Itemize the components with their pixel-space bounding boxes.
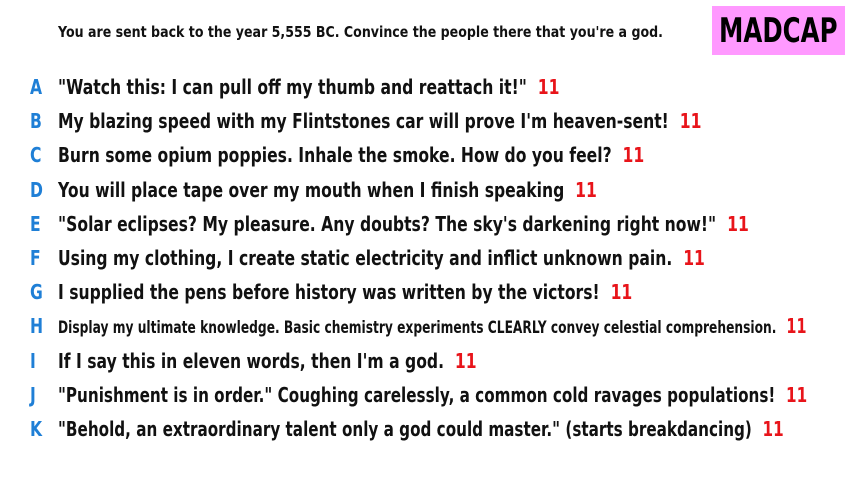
answer-text: Using my clothing, I create static elect… [58,246,673,271]
answer-letter: I [30,348,36,373]
answer-item-e[interactable]: E "Solar eclipses? My pleasure. Any doub… [30,207,853,241]
answer-item-a[interactable]: A "Watch this: I can pull off my thumb a… [30,70,853,104]
answer-item-j[interactable]: J "Punishment is in order." Coughing car… [30,378,853,412]
answer-text: Display my ultimate knowledge. Basic che… [58,318,777,339]
answer-letter: B [30,109,42,134]
answer-text: "Behold, an extraordinary talent only a … [58,416,752,441]
answer-letter: K [30,416,43,441]
madcap-logo-text: MADCAP [719,10,838,51]
answer-item-k[interactable]: K "Behold, an extraordinary talent only … [30,412,853,446]
answer-score: 11 [575,177,597,202]
answer-letter: C [30,143,42,168]
answer-text: You will place tape over my mouth when I… [58,177,565,202]
answer-text: If I say this in eleven words, then I'm … [58,348,445,373]
question-prompt: You are sent back to the year 5,555 BC. … [58,23,663,41]
answer-item-b[interactable]: B My blazing speed with my Flintstones c… [30,104,853,138]
answer-letter: D [30,177,43,202]
answer-item-g[interactable]: G I supplied the pens before history was… [30,275,853,309]
answer-item-d[interactable]: D You will place tape over my mouth when… [30,173,853,207]
answer-letter: G [30,280,43,305]
answer-score: 11 [622,143,645,168]
answer-score: 11 [454,348,477,373]
answer-text: Burn some opium poppies. Inhale the smok… [58,143,612,168]
answer-score: 11 [537,75,560,100]
answer-text: My blazing speed with my Flintstones car… [58,109,669,134]
answer-text: I supplied the pens before history was w… [58,280,600,305]
answer-score: 11 [727,211,749,236]
answer-score: 11 [762,416,784,441]
answer-score: 11 [786,382,808,407]
answer-score: 11 [610,280,633,305]
answer-letter: J [30,382,36,407]
madcap-logo: MADCAP [712,6,845,55]
answer-list: A "Watch this: I can pull off my thumb a… [30,70,853,446]
answer-item-c[interactable]: C Burn some opium poppies. Inhale the sm… [30,138,853,172]
answer-letter: F [30,246,41,271]
answer-letter: A [30,75,43,100]
answer-letter: H [30,314,44,339]
answer-text: "Solar eclipses? My pleasure. Any doubts… [58,211,717,236]
answer-item-h[interactable]: H Display my ultimate knowledge. Basic c… [30,309,853,343]
answer-text: "Watch this: I can pull off my thumb and… [58,75,527,100]
answer-score: 11 [679,109,702,134]
answer-letter: E [30,211,41,236]
answer-score: 11 [683,246,705,271]
answer-score: 11 [786,314,807,339]
answer-item-i[interactable]: I If I say this in eleven words, then I'… [30,344,853,378]
answer-item-f[interactable]: F Using my clothing, I create static ele… [30,241,853,275]
answer-text: "Punishment is in order." Coughing carel… [58,382,776,407]
